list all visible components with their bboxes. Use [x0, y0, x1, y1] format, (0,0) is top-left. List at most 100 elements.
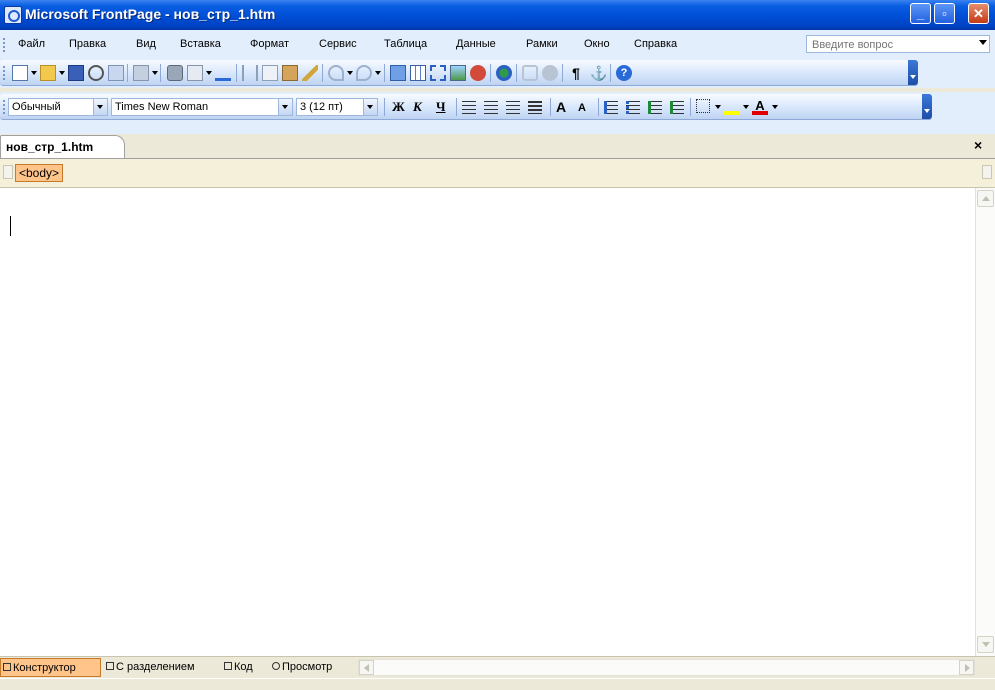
numbering-icon[interactable]	[604, 101, 618, 114]
chevron-down-icon[interactable]	[375, 71, 381, 75]
scroll-down-button[interactable]	[977, 636, 994, 653]
table-icon[interactable]	[410, 65, 426, 81]
design-view-tab[interactable]: Конструктор	[0, 658, 101, 677]
chevron-down-icon[interactable]	[715, 105, 721, 109]
scroll-left-button[interactable]	[359, 660, 374, 675]
document-tab[interactable]: нов_стр_1.htm	[0, 135, 125, 158]
print-icon[interactable]	[167, 65, 183, 81]
chevron-down-icon[interactable]	[743, 105, 749, 109]
menu-file[interactable]: Файл	[18, 38, 45, 50]
menu-insert[interactable]: Вставка	[180, 38, 221, 50]
horizontal-scrollbar[interactable]	[358, 659, 975, 676]
refresh-icon[interactable]	[522, 65, 538, 81]
stop-icon[interactable]	[542, 65, 558, 81]
copy-icon[interactable]	[262, 65, 278, 81]
save-icon[interactable]	[68, 65, 84, 81]
close-document-icon[interactable]: ×	[974, 137, 982, 153]
center-icon[interactable]	[484, 101, 498, 114]
drawing-icon[interactable]	[470, 65, 486, 81]
toolbar-grip[interactable]	[3, 66, 5, 80]
menubar-grip[interactable]	[3, 38, 5, 52]
toolbar-grip[interactable]	[3, 100, 5, 114]
title-bar[interactable]: Microsoft FrontPage - нов_стр_1.htm _ ▫ …	[0, 0, 995, 30]
print-preview-icon[interactable]	[187, 65, 203, 81]
open-icon[interactable]	[40, 65, 56, 81]
body-tag[interactable]: <body>	[15, 164, 64, 182]
ask-question-box[interactable]	[806, 35, 990, 53]
hyperlink-icon[interactable]	[496, 65, 512, 81]
toolbar-options-chevron[interactable]	[908, 60, 918, 85]
new-page-icon[interactable]	[12, 65, 28, 81]
menu-frames[interactable]: Рамки	[526, 38, 558, 50]
bookmark-icon[interactable]: ⚓	[590, 65, 607, 81]
italic-button[interactable]: К	[413, 99, 422, 115]
menu-window[interactable]: Окно	[584, 38, 610, 50]
chevron-down-icon[interactable]	[363, 99, 377, 115]
increase-font-icon[interactable]: A	[556, 99, 572, 115]
chevron-down-icon[interactable]	[347, 71, 353, 75]
tag-scroll-right-button[interactable]	[982, 165, 992, 179]
increase-indent-icon[interactable]	[670, 101, 684, 114]
show-all-icon[interactable]: ¶	[568, 65, 584, 81]
code-view-tab[interactable]: Код	[222, 658, 267, 677]
chevron-down-icon[interactable]	[93, 99, 107, 115]
menu-edit[interactable]: Правка	[69, 38, 106, 50]
menu-format[interactable]: Формат	[250, 38, 289, 50]
justify-icon[interactable]	[528, 101, 542, 114]
underline-button[interactable]: Ч	[436, 99, 446, 115]
font-combo[interactable]: Times New Roman	[111, 98, 293, 116]
chevron-down-icon[interactable]	[772, 105, 778, 109]
paste-icon[interactable]	[282, 65, 298, 81]
scroll-up-button[interactable]	[977, 190, 994, 207]
bold-button[interactable]: Ж	[392, 99, 405, 115]
chevron-down-icon[interactable]	[152, 71, 158, 75]
decrease-indent-icon[interactable]	[648, 101, 662, 114]
menu-data[interactable]: Данные	[456, 38, 496, 50]
format-painter-icon[interactable]	[302, 65, 318, 81]
menu-tools[interactable]: Сервис	[319, 38, 357, 50]
web-component-icon[interactable]	[133, 65, 149, 81]
chevron-down-icon[interactable]	[206, 71, 212, 75]
document-tab-label: нов_стр_1.htm	[6, 140, 94, 154]
align-right-icon[interactable]	[506, 101, 520, 114]
tag-scroll-left-button[interactable]	[3, 165, 13, 179]
web-component-icon[interactable]	[390, 65, 406, 81]
toolbar-options-chevron[interactable]	[922, 94, 932, 119]
editor-canvas[interactable]	[0, 188, 975, 656]
menu-table[interactable]: Таблица	[384, 38, 427, 50]
bullets-icon[interactable]	[626, 101, 640, 114]
chevron-down-icon[interactable]	[278, 99, 292, 115]
frontpage-app-icon[interactable]	[4, 6, 22, 24]
cut-icon[interactable]	[242, 65, 258, 81]
maximize-button[interactable]: ▫	[934, 3, 955, 24]
quick-tag-bar: <body>	[0, 159, 995, 188]
font-size-combo[interactable]: 3 (12 пт)	[296, 98, 378, 116]
borders-icon[interactable]	[696, 99, 710, 113]
scroll-right-button[interactable]	[959, 660, 974, 675]
search-icon[interactable]	[88, 65, 104, 81]
spelling-icon[interactable]	[215, 65, 231, 81]
menu-view[interactable]: Вид	[136, 38, 156, 50]
chevron-down-icon[interactable]	[979, 40, 987, 45]
minimize-button[interactable]: _	[910, 3, 931, 24]
vertical-scrollbar[interactable]	[975, 188, 995, 656]
picture-icon[interactable]	[450, 65, 466, 81]
menu-help[interactable]: Справка	[634, 38, 677, 50]
split-view-tab[interactable]: С разделением	[104, 658, 220, 677]
help-icon[interactable]: ?	[616, 65, 632, 81]
ask-question-input[interactable]	[810, 37, 974, 53]
font-color-icon[interactable]: A	[752, 99, 768, 115]
redo-icon[interactable]	[356, 65, 372, 81]
undo-icon[interactable]	[328, 65, 344, 81]
chevron-down-icon[interactable]	[59, 71, 65, 75]
menu-bar: Файл Правка Вид Вставка Формат Сервис Та…	[0, 30, 995, 58]
preview-tab[interactable]: Просмотр	[270, 658, 350, 677]
chevron-down-icon[interactable]	[31, 71, 37, 75]
highlight-icon[interactable]	[724, 99, 740, 115]
style-combo[interactable]: Обычный	[8, 98, 108, 116]
decrease-font-icon[interactable]: A	[578, 99, 594, 115]
layers-icon[interactable]	[430, 65, 446, 81]
publish-icon[interactable]	[108, 65, 124, 81]
close-button[interactable]: ✕	[968, 3, 989, 24]
align-left-icon[interactable]	[462, 101, 476, 114]
